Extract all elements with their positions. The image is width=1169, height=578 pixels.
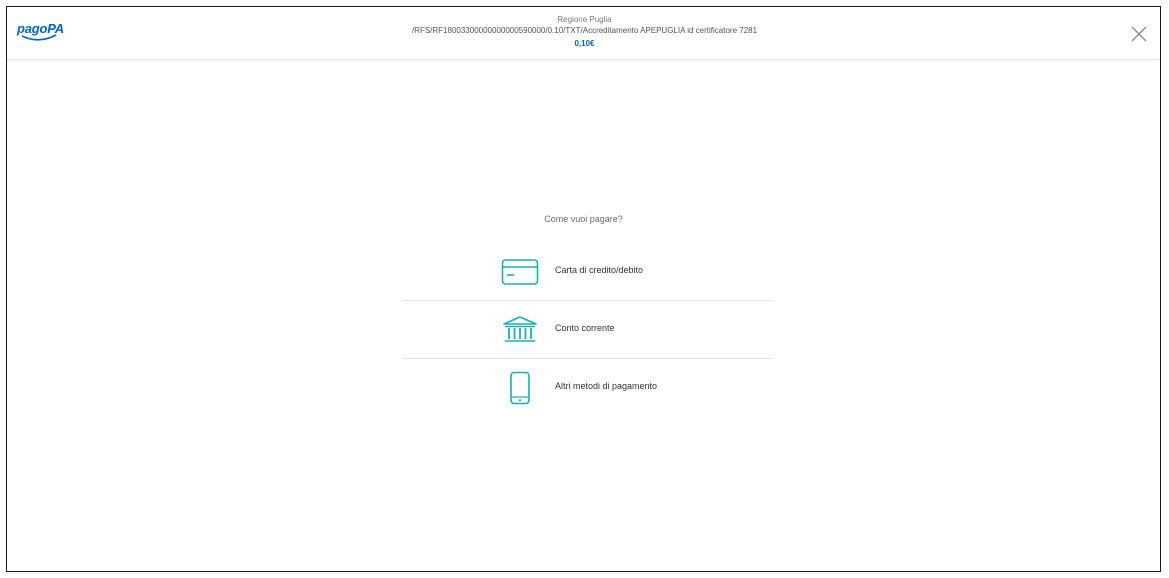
payment-reference: /RFS/RF18003300000000000590000/0.10/TXT/…: [411, 26, 758, 35]
credit-card-icon: [501, 256, 539, 288]
payment-question: Come vuoi pagare?: [544, 214, 623, 224]
close-button[interactable]: [1128, 23, 1150, 45]
close-icon: [1131, 26, 1147, 42]
organization-name: Regione Puglia: [557, 15, 612, 24]
bank-icon: [501, 314, 539, 346]
app-window: pagoPA Regione Puglia /RFS/RF18003300000…: [6, 6, 1161, 572]
payment-methods-list: Carta di credito/debito Conto corrente A…: [402, 243, 772, 416]
logo-swoosh-icon: [21, 34, 57, 41]
pagopa-logo: pagoPA: [17, 21, 64, 53]
payment-method-bank-account[interactable]: Conto corrente: [402, 301, 772, 359]
payment-summary: Regione Puglia /RFS/RF180033000000000005…: [307, 14, 862, 50]
payment-method-card[interactable]: Carta di credito/debito: [402, 243, 772, 301]
header-bar: pagoPA Regione Puglia /RFS/RF18003300000…: [7, 7, 1160, 60]
payment-method-label: Conto corrente: [555, 323, 615, 333]
payment-amount: 0,10€: [574, 39, 595, 48]
smartphone-icon: [501, 371, 539, 405]
payment-method-other[interactable]: Altri metodi di pagamento: [402, 359, 772, 416]
payment-method-label: Carta di credito/debito: [555, 265, 644, 275]
payment-method-label: Altri metodi di pagamento: [555, 381, 658, 391]
